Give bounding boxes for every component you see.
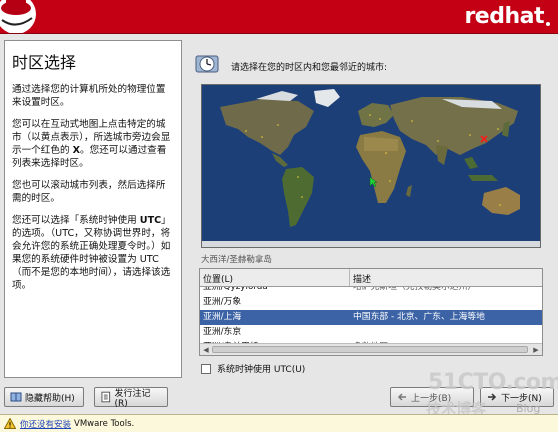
next-button[interactable]: 下一步(N): [480, 387, 554, 407]
row-location: 亚洲/上海: [203, 312, 242, 322]
row-description: 哈萨克斯坦（克孜勒奥尔达州）: [353, 287, 477, 292]
horizontal-scrollbar[interactable]: ◀ ▶: [200, 343, 542, 355]
back-arrow-icon: [397, 393, 406, 401]
help-x-mark: X: [72, 145, 81, 156]
timezone-table[interactable]: 位置(L) 描述 亚洲/Qyzylorda 哈萨克斯坦（克孜勒奥尔达州） 亚洲/万象…: [199, 268, 543, 356]
row-description: [350, 325, 542, 340]
help-paragraph-1: 通过选择您的计算机所处的物理位置来设置时区。: [12, 84, 166, 108]
help-book-icon: [10, 392, 22, 402]
release-notes-button[interactable]: 发行注记(R): [94, 387, 168, 409]
column-header-description[interactable]: 描述: [350, 269, 542, 286]
utc-checkbox[interactable]: [201, 363, 211, 374]
vmware-tools-bar: 你还没有安装 VMware Tools.: [0, 414, 558, 432]
row-description: 中国东部 - 北京、广东、上海等地: [353, 312, 485, 322]
table-row[interactable]: 亚洲/东京: [200, 325, 542, 340]
help-panel: 时区选择 通过选择您的计算机所处的物理位置来设置时区。 您可以在互动式地图上点击…: [4, 40, 182, 378]
next-label: 下一步(N): [501, 393, 542, 404]
table-row[interactable]: 亚洲/Qyzylorda 哈萨克斯坦（克孜勒奥尔达州）: [200, 287, 542, 295]
row-location: 亚洲/万象: [203, 297, 242, 307]
help-paragraph-4: 您还可以选择「系统时钟使用 UTC」的选项。（UTC，又称协调世界时，将会允许您…: [12, 214, 174, 292]
help-utc-bold: UTC: [139, 215, 162, 226]
shadowman-logo-icon: [0, 0, 36, 33]
column-header-location[interactable]: 位置(L): [200, 269, 350, 286]
install-vmware-tools-link[interactable]: 你还没有安装: [20, 418, 71, 430]
table-header: 位置(L) 描述: [200, 269, 542, 287]
help-text: 」的选项。（UTC，又称协调世界时，将会允许您的系统正确处理夏令时。）如果您的系…: [12, 215, 171, 291]
help-paragraph-3: 您也可以滚动城市列表，然后选择所需的时区。: [12, 180, 166, 204]
utc-checkbox-label[interactable]: 系统时钟使用 UTC(U): [217, 362, 305, 375]
help-title: 时区选择: [12, 53, 77, 72]
table-row[interactable]: 亚洲/上海 中国东部 - 北京、广东、上海等地: [200, 310, 542, 325]
release-notes-label: 发行注记(R): [114, 388, 151, 409]
vmware-tools-text: VMware Tools.: [74, 418, 135, 429]
help-text: 您还可以选择「系统时钟使用: [12, 215, 140, 226]
row-description: [350, 295, 542, 310]
back-button[interactable]: 上一步(B): [390, 387, 474, 407]
table-rows: 亚洲/Qyzylorda 哈萨克斯坦（克孜勒奥尔达州） 亚洲/万象亚洲/上海 中国东部…: [200, 287, 542, 343]
row-location: 亚洲/Qyzylorda: [203, 287, 268, 292]
redhat-logo-text: redhat: [464, 4, 544, 29]
hide-help-label: 隐藏帮助(H): [25, 393, 75, 404]
utc-option[interactable]: 系统时钟使用 UTC(U): [201, 362, 305, 375]
world-map[interactable]: [201, 84, 541, 248]
map-prompt: 请选择在您的时区内和您最邻近的城市:: [231, 63, 388, 73]
scroll-left-arrow-icon[interactable]: ◀: [201, 346, 211, 354]
timezone-main: 请选择在您的时区内和您最邻近的城市: 大西洋/圣赫勒拿岛 位置(L) 描述 亚洲…: [189, 40, 553, 382]
next-arrow-icon: [488, 393, 497, 401]
back-label: 上一步(B): [411, 393, 452, 404]
row-location: 亚洲/东京: [203, 327, 242, 337]
brand-dot: [546, 22, 550, 26]
help-paragraph-2: 您可以在互动式地图上点击特定的城市（以黄点表示），所选城市旁边会显示一个红色的 …: [12, 118, 174, 170]
header-banner: redhat: [0, 0, 558, 34]
warning-icon: [4, 418, 16, 429]
notes-document-icon: [101, 391, 111, 403]
table-row[interactable]: 亚洲/万象: [200, 295, 542, 310]
scrollbar-thumb[interactable]: [212, 346, 528, 353]
hide-help-button[interactable]: 隐藏帮助(H): [4, 387, 84, 407]
timezone-clock-icon: [195, 55, 219, 73]
scroll-right-arrow-icon[interactable]: ▶: [531, 346, 541, 354]
hover-city-label: 大西洋/圣赫勒拿岛: [201, 255, 272, 265]
